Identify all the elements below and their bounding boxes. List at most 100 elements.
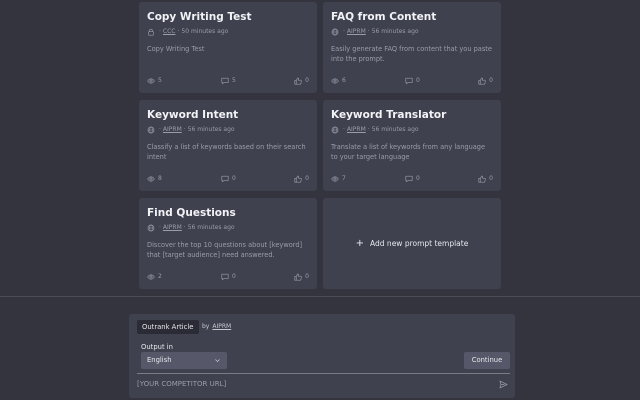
card-meta: · AIPRM · 56 minutes ago — [331, 125, 493, 134]
author-link[interactable]: AIPRM — [212, 323, 231, 330]
author-link[interactable]: AIPRM — [163, 126, 182, 133]
views-stat: 6 — [331, 77, 405, 85]
comments-count: 0 — [232, 175, 236, 182]
eye-icon — [147, 175, 155, 182]
prompt-input[interactable] — [137, 376, 489, 392]
eye-icon — [331, 175, 339, 182]
views-stat: 7 — [331, 175, 405, 183]
author-link[interactable]: AIPRM — [347, 28, 366, 35]
template-author: by AIPRM — [202, 323, 232, 330]
continue-button[interactable]: Continue — [464, 352, 510, 369]
divider — [0, 296, 640, 297]
comments-stat[interactable]: 0 — [221, 175, 294, 183]
input-separator — [137, 373, 510, 374]
prompt-card[interactable]: Keyword Intent · AIPRM · 56 minutes ago … — [139, 100, 317, 191]
like-button[interactable]: 0 — [478, 77, 493, 85]
thumbs-up-icon — [294, 175, 302, 183]
views-count: 6 — [342, 77, 346, 84]
send-icon[interactable] — [499, 380, 508, 389]
card-stats: 7 0 0 — [331, 174, 493, 183]
comment-icon — [221, 77, 229, 84]
card-stats: 6 0 0 — [331, 76, 493, 85]
card-title: Keyword Translator — [331, 109, 447, 121]
comment-icon — [221, 175, 229, 182]
author-link[interactable]: CCC — [163, 28, 176, 35]
likes-count: 0 — [305, 77, 309, 84]
likes-count: 0 — [489, 175, 493, 182]
card-description: Easily generate FAQ from content that yo… — [331, 45, 492, 63]
like-button[interactable]: 0 — [294, 77, 309, 85]
card-title: FAQ from Content — [331, 11, 437, 23]
card-title: Copy Writing Test — [147, 11, 252, 23]
likes-count: 0 — [305, 175, 309, 182]
eye-icon — [147, 77, 155, 84]
card-meta: · AIPRM · 56 minutes ago — [147, 223, 309, 232]
likes-count: 0 — [305, 273, 309, 280]
likes-count: 0 — [489, 77, 493, 84]
comments-count: 0 — [416, 77, 420, 84]
card-meta: · CCC · 50 minutes ago — [147, 27, 309, 36]
comments-count: 0 — [232, 273, 236, 280]
card-stats: 8 0 0 — [147, 174, 309, 183]
thumbs-up-icon — [294, 273, 302, 281]
card-title: Keyword Intent — [147, 109, 239, 121]
thumbs-up-icon — [478, 77, 486, 85]
eye-icon — [147, 273, 155, 280]
card-description: Classify a list of keywords based on the… — [147, 143, 306, 161]
card-description: Discover the top 10 questions about [key… — [147, 241, 303, 259]
comment-icon — [405, 77, 413, 84]
selected-language: English — [147, 356, 172, 364]
views-stat: 5 — [147, 77, 221, 85]
author-link[interactable]: AIPRM — [347, 126, 366, 133]
output-language-select[interactable]: English — [141, 352, 227, 369]
comments-stat[interactable]: 5 — [221, 77, 294, 85]
card-time: 50 minutes ago — [181, 28, 229, 35]
card-meta: · AIPRM · 56 minutes ago — [331, 27, 493, 36]
comments-count: 5 — [232, 77, 236, 84]
card-description: Translate a list of keywords from any la… — [331, 143, 486, 161]
prompt-card[interactable]: Copy Writing Test · CCC · 50 minutes ago… — [139, 2, 317, 93]
card-time: 56 minutes ago — [187, 224, 235, 231]
comment-icon — [221, 273, 229, 280]
comments-stat[interactable]: 0 — [221, 273, 294, 281]
add-prompt-template-button[interactable]: + Add new prompt template — [323, 198, 501, 289]
card-time: 56 minutes ago — [187, 126, 235, 133]
add-prompt-label: Add new prompt template — [370, 239, 469, 248]
thumbs-up-icon — [294, 77, 302, 85]
prompt-card[interactable]: Find Questions · AIPRM · 56 minutes ago … — [139, 198, 317, 289]
comments-stat[interactable]: 0 — [405, 175, 478, 183]
eye-icon — [331, 77, 339, 84]
views-count: 5 — [158, 77, 162, 84]
comments-count: 0 — [416, 175, 420, 182]
views-stat: 8 — [147, 175, 221, 183]
output-language-label: Output in — [141, 343, 173, 351]
chevron-down-icon — [215, 359, 220, 363]
card-stats: 2 0 0 — [147, 272, 309, 281]
globe-icon — [147, 126, 155, 133]
globe-icon — [331, 126, 339, 133]
card-stats: 5 5 0 — [147, 76, 309, 85]
like-button[interactable]: 0 — [478, 175, 493, 183]
globe-icon — [147, 224, 155, 231]
card-title: Find Questions — [147, 207, 236, 219]
views-count: 2 — [158, 273, 162, 280]
card-description: Copy Writing Test — [147, 45, 205, 53]
like-button[interactable]: 0 — [294, 273, 309, 281]
card-time: 56 minutes ago — [371, 28, 419, 35]
globe-icon — [331, 28, 339, 35]
thumbs-up-icon — [478, 175, 486, 183]
views-stat: 2 — [147, 273, 221, 281]
selected-template-badge[interactable]: Outrank Article — [137, 320, 199, 334]
comments-stat[interactable]: 0 — [405, 77, 478, 85]
card-meta: · AIPRM · 56 minutes ago — [147, 125, 309, 134]
prompt-panel: Outrank Article by AIPRM Output in Englis… — [129, 314, 515, 398]
prompt-card[interactable]: FAQ from Content · AIPRM · 56 minutes ag… — [323, 2, 501, 93]
comment-icon — [405, 175, 413, 182]
views-count: 8 — [158, 175, 162, 182]
prompt-card[interactable]: Keyword Translator · AIPRM · 56 minutes … — [323, 100, 501, 191]
views-count: 7 — [342, 175, 346, 182]
lock-icon — [148, 28, 154, 36]
author-link[interactable]: AIPRM — [163, 224, 182, 231]
card-time: 56 minutes ago — [371, 126, 419, 133]
like-button[interactable]: 0 — [294, 175, 309, 183]
